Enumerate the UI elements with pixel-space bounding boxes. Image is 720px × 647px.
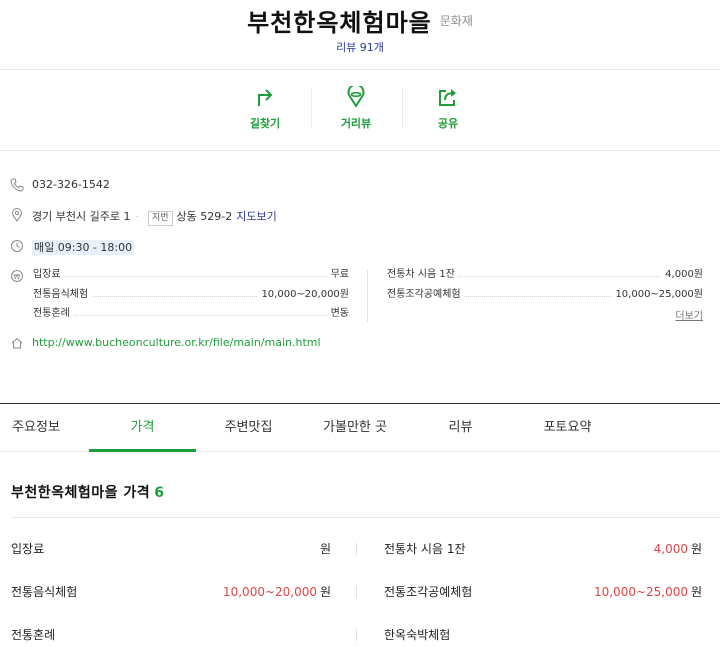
location-pin-icon	[10, 208, 24, 222]
price-section-title: 부천한옥체험마을 가격 6	[11, 482, 164, 502]
phone-number[interactable]: 032-326-1542	[32, 178, 110, 191]
price-row: 전통조각공예체험 10,000~25,000 원	[384, 583, 702, 601]
price-summary-item: 전통조각공예체험 10,000~25,000원	[387, 288, 703, 302]
action-bar: 길찾기 거리뷰 공유	[0, 70, 720, 151]
price-item-value: 10,000~25,000원	[612, 288, 703, 302]
price-item-name: 전통음식체험	[33, 289, 92, 300]
directions-label: 길찾기	[249, 117, 281, 130]
tab-reviews[interactable]: 리뷰	[409, 406, 512, 452]
price-value: 10,000~25,000	[593, 585, 688, 599]
price-item-value: 변동	[327, 307, 349, 321]
price-unit: 원	[319, 542, 331, 556]
row-divider	[356, 586, 357, 598]
title-row: 부천한옥체험마을 문화재	[0, 3, 720, 38]
home-icon	[10, 336, 24, 350]
share-button[interactable]: 공유	[418, 86, 478, 131]
price-count: 6	[154, 485, 165, 501]
address-text-group: 경기 부천시 길주로 1 · 지번 상동 529-2 지도보기	[32, 208, 277, 226]
dotted-leader	[33, 276, 349, 277]
price-unit: 원	[690, 585, 702, 599]
street-view-icon	[326, 86, 386, 108]
action-divider	[402, 88, 403, 129]
share-label: 공유	[437, 117, 459, 130]
price-value: 10,000~20,000	[222, 585, 317, 599]
price-summary: 입장료 무료 전통차 시음 1잔 4,000원 전통음식체험 10,000~20…	[33, 268, 703, 328]
price-item-name: 전통혼례	[33, 308, 73, 319]
price-item-value: 10,000~20,000원	[258, 288, 349, 302]
place-header: 부천한옥체험마을 문화재 리뷰 91개	[0, 0, 720, 70]
price-name: 전통조각공예체험	[384, 585, 473, 599]
price-row: 입장료 원	[11, 540, 331, 558]
price-item-name: 입장료	[33, 269, 64, 280]
tab-photo-summary[interactable]: 포토요약	[512, 406, 623, 452]
business-hours: 매일 09:30 - 18:00	[32, 240, 135, 255]
svg-text:₩: ₩	[14, 273, 21, 281]
dotted-leader	[33, 315, 349, 316]
price-unit: 원	[319, 585, 331, 599]
price-item-value: 4,000원	[662, 268, 703, 282]
hours-text-wrap: 매일 09:30 - 18:00	[32, 239, 135, 255]
price-row: 전통음식체험 10,000~20,000 원	[11, 583, 331, 601]
price-name: 전통음식체험	[11, 585, 78, 599]
price-unit: 원	[690, 542, 702, 556]
map-view-link[interactable]: 지도보기	[236, 210, 276, 223]
review-count-link[interactable]: 리뷰 91개	[0, 39, 720, 55]
directions-button[interactable]: 길찾기	[235, 86, 295, 131]
price-value: 4,000	[653, 542, 688, 556]
price-name: 전통혼례	[11, 628, 56, 642]
directions-icon	[235, 86, 295, 108]
section-divider	[11, 517, 720, 518]
tab-main-info[interactable]: 주요정보	[0, 406, 72, 452]
tab-nearby-restaurants[interactable]: 주변맛집	[196, 406, 301, 452]
jibun-tag: 지번	[147, 211, 173, 226]
price-item-name: 전통조각공예체험	[387, 289, 464, 300]
price-row: 한옥숙박체험	[384, 626, 702, 644]
price-name: 전통차 시음 1잔	[384, 542, 466, 556]
price-item-name: 전통차 시음 1잔	[387, 269, 458, 280]
price-summary-item: 전통음식체험 10,000~20,000원	[33, 288, 349, 302]
price-item-value: 무료	[327, 268, 349, 282]
row-divider	[356, 543, 357, 555]
tab-price[interactable]: 가격	[89, 406, 196, 452]
separator-dot: ·	[135, 210, 139, 223]
street-view-label: 거리뷰	[340, 117, 372, 130]
price-name: 한옥숙박체험	[384, 628, 451, 642]
active-tab-indicator	[89, 449, 196, 452]
row-divider	[356, 629, 357, 641]
price-summary-item: 입장료 무료	[33, 268, 349, 282]
tab-places-to-visit[interactable]: 가볼만한 곳	[301, 406, 409, 452]
action-divider	[311, 88, 312, 129]
price-summary-item: 전통혼례 변동	[33, 307, 349, 321]
price-name: 입장료	[11, 542, 45, 556]
column-divider	[367, 270, 368, 322]
won-price-icon: ₩	[10, 268, 24, 282]
street-view-button[interactable]: 거리뷰	[326, 86, 386, 131]
price-section-title-text: 부천한옥체험마을 가격	[11, 485, 151, 501]
share-icon	[418, 86, 478, 108]
price-row: 전통차 시음 1잔 4,000 원	[384, 540, 702, 558]
clock-icon	[10, 239, 24, 253]
jibun-address: 상동 529-2	[176, 210, 233, 223]
place-name: 부천한옥체험마을	[247, 9, 432, 37]
price-summary-item: 전통차 시음 1잔 4,000원	[387, 268, 703, 282]
phone-icon	[10, 178, 24, 192]
website-link[interactable]: http://www.bucheonculture.or.kr/file/mai…	[32, 336, 321, 349]
tab-bar: 주요정보 가격 주변맛집 가볼만한 곳 리뷰 포토요약	[0, 406, 720, 452]
road-address: 경기 부천시 길주로 1	[32, 210, 131, 223]
more-prices-link[interactable]: 더보기	[675, 307, 703, 322]
category-label: 문화재	[439, 14, 473, 28]
price-row: 전통혼례	[11, 626, 331, 644]
